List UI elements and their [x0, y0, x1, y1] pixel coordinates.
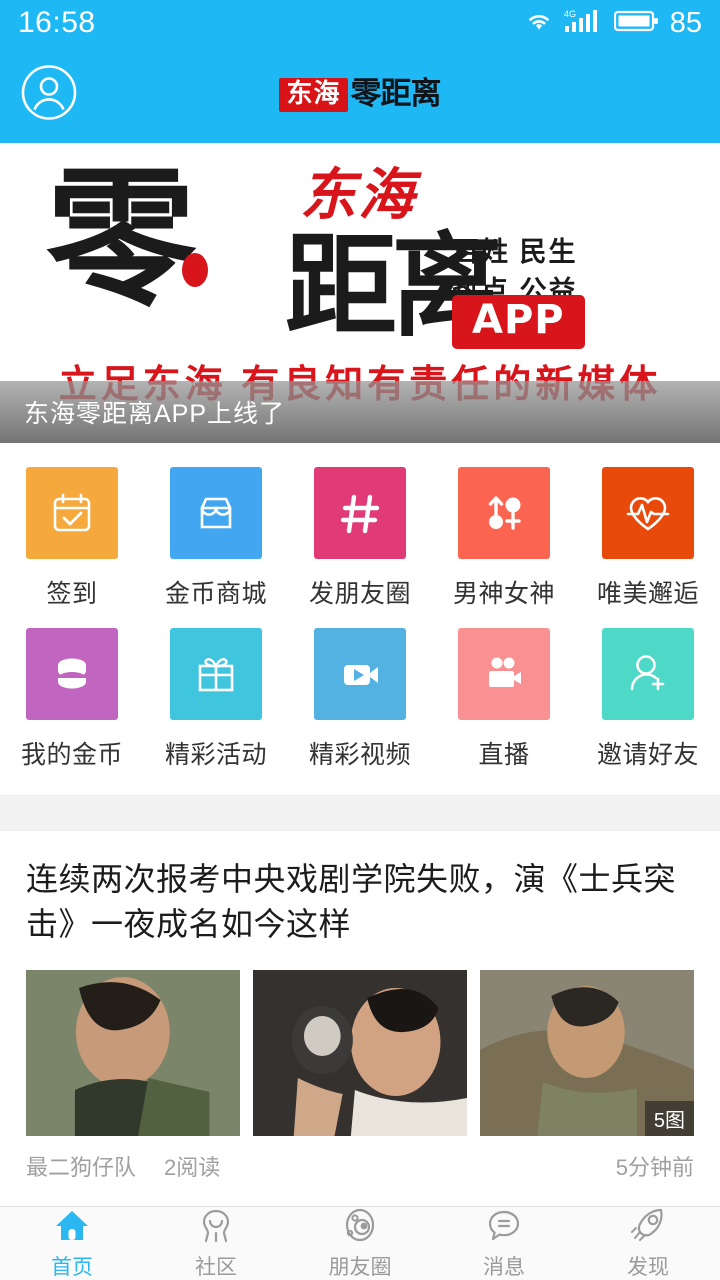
news-feed: 连续两次报考中央戏剧学院失败，演《士兵突击》一夜成名如今这样 5图 最二狗仔队 …: [0, 831, 720, 1182]
heart-pulse-icon: [602, 467, 694, 559]
tab-label: 发现: [627, 1255, 669, 1279]
tab-label: 朋友圈: [328, 1255, 392, 1279]
tab-label: 消息: [483, 1255, 525, 1279]
user-plus-icon: [602, 628, 694, 720]
banner-zero-char: 零: [46, 153, 196, 327]
shortcut-signin[interactable]: 签到: [0, 459, 144, 620]
status-bar: 16:58 4G 85: [0, 0, 720, 46]
message-icon: [484, 1207, 524, 1248]
home-icon: [52, 1207, 92, 1248]
moments-icon: [340, 1207, 380, 1248]
news-read-count: 2阅读: [164, 1154, 221, 1180]
status-clock: 16:58: [18, 6, 96, 39]
banner-brand-script: 东海: [300, 162, 416, 228]
app-logo: 东海 零距离: [279, 74, 442, 116]
shortcut-label: 精彩视频: [308, 741, 411, 769]
banner-red-dot: [182, 253, 208, 287]
banner-tag-line-1: 百姓 民生: [452, 237, 578, 267]
shortcut-encounter[interactable]: 唯美邂逅: [576, 459, 720, 620]
shortcut-label: 邀请好友: [596, 741, 699, 769]
movie-camera-icon: [458, 628, 550, 720]
promo-banner[interactable]: 零 东海 距离 百姓 民生 热点 公益 APP 立足东海 有良知有责任的新媒体 …: [0, 143, 720, 443]
news-thumbnails: 5图: [26, 969, 694, 1136]
news-thumbnail[interactable]: [26, 969, 240, 1136]
news-thumbnail[interactable]: 5图: [480, 969, 694, 1136]
community-icon: [196, 1207, 236, 1248]
shortcut-coin-mall[interactable]: 金币商城: [144, 459, 288, 620]
tab-moments[interactable]: 朋友圈: [288, 1207, 432, 1280]
app-screen: 16:58 4G 85 东海 零距离 零 东海 距离 百姓 民生 热点 公益 A…: [0, 0, 720, 1280]
bottom-navigation: 首页 社区 朋友圈 消息 发现: [0, 1206, 720, 1280]
shortcut-label: 精彩活动: [164, 741, 267, 769]
shortcut-invite-friends[interactable]: 邀请好友: [576, 620, 720, 781]
shortcut-label: 签到: [46, 580, 98, 608]
news-timestamp: 5分钟前: [615, 1154, 694, 1180]
shortcut-grid: 签到 金币商城 发朋友圈 男神女神 唯美邂逅 我的金币 精彩活动 精彩视频 直播…: [0, 443, 720, 795]
tab-community[interactable]: 社区: [144, 1207, 288, 1280]
thumbnail-count-badge: 5图: [644, 1100, 694, 1136]
section-divider: [0, 795, 720, 831]
news-meta: 最二狗仔队 2阅读 5分钟前: [26, 1150, 694, 1182]
status-indicators: 4G 85: [524, 7, 702, 40]
news-source: 最二狗仔队: [26, 1154, 137, 1180]
shortcut-activities[interactable]: 精彩活动: [144, 620, 288, 781]
news-thumbnail[interactable]: [253, 969, 467, 1136]
tab-discover[interactable]: 发现: [576, 1207, 720, 1280]
logo-dark-text: 零距离: [350, 76, 442, 112]
shortcut-row-2: 我的金币 精彩活动 精彩视频 直播 邀请好友: [0, 620, 720, 781]
shop-icon: [170, 467, 262, 559]
rocket-discover-icon: [628, 1207, 668, 1248]
calendar-check-icon: [26, 467, 118, 559]
shortcut-label: 唯美邂逅: [596, 580, 699, 608]
wifi-icon: [524, 9, 554, 38]
app-header: 东海 零距离: [0, 46, 720, 143]
gift-icon: [170, 628, 262, 720]
user-avatar-icon[interactable]: [20, 63, 78, 126]
shortcut-gender-match[interactable]: 男神女神: [432, 459, 576, 620]
video-play-icon: [314, 628, 406, 720]
banner-caption: 东海零距离APP上线了: [0, 381, 720, 443]
logo-red-text: 东海: [279, 77, 348, 112]
tab-home[interactable]: 首页: [0, 1207, 144, 1280]
news-headline[interactable]: 连续两次报考中央戏剧学院失败，演《士兵突击》一夜成名如今这样: [26, 857, 694, 948]
tab-label: 社区: [195, 1255, 237, 1279]
signal-icon: 4G: [564, 8, 604, 39]
shortcut-label: 男神女神: [452, 580, 555, 608]
shortcut-live[interactable]: 直播: [432, 620, 576, 781]
battery-icon: [613, 8, 660, 39]
shortcut-label: 金币商城: [164, 580, 267, 608]
shortcut-label: 我的金币: [20, 741, 123, 769]
tab-messages[interactable]: 消息: [432, 1207, 576, 1280]
gender-icon: [458, 467, 550, 559]
shortcut-my-coins[interactable]: 我的金币: [0, 620, 144, 781]
svg-text:4G: 4G: [564, 9, 576, 19]
tab-label: 首页: [51, 1255, 93, 1279]
shortcut-row-1: 签到 金币商城 发朋友圈 男神女神 唯美邂逅: [0, 459, 720, 620]
hash-icon: [314, 467, 406, 559]
shortcut-label: 直播: [478, 741, 530, 769]
battery-percent: 85: [669, 6, 702, 39]
shortcut-videos[interactable]: 精彩视频: [288, 620, 432, 781]
coins-stack-icon: [26, 628, 118, 720]
shortcut-label: 发朋友圈: [308, 580, 411, 608]
banner-app-badge: APP: [452, 295, 585, 349]
shortcut-post-moment[interactable]: 发朋友圈: [288, 459, 432, 620]
